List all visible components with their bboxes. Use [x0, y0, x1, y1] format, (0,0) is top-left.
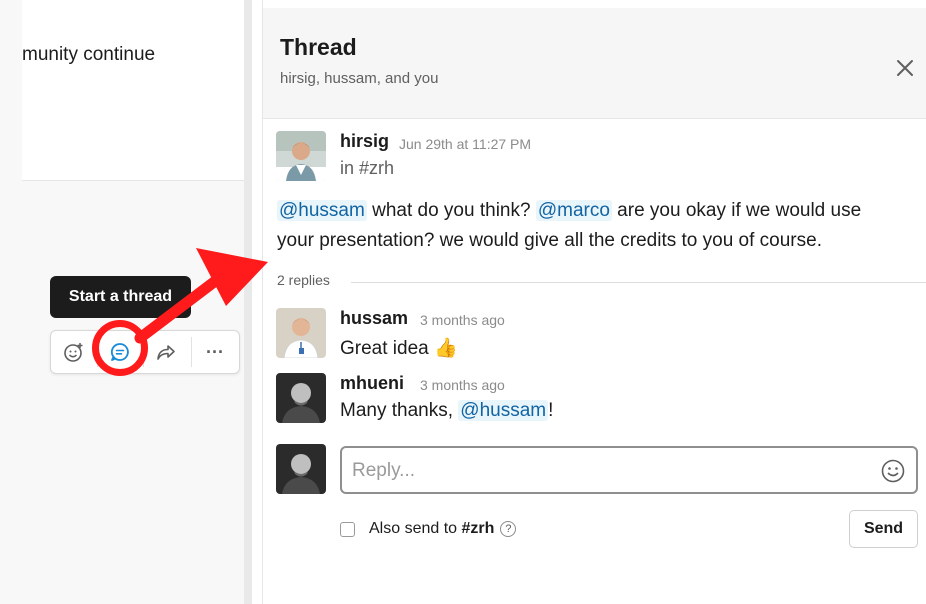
- reply-timestamp[interactable]: 3 months ago: [420, 377, 505, 393]
- pane-scrollbar[interactable]: [244, 0, 252, 604]
- thread-header: Thread hirsig, hussam, and you: [263, 8, 926, 119]
- replies-count: 2 replies: [277, 272, 330, 288]
- person-avatar-icon: [276, 308, 326, 358]
- channel-message-area: munity continue: [22, 0, 244, 181]
- person-avatar-icon: [276, 373, 326, 423]
- replies-divider: [351, 282, 926, 283]
- reply-text: !: [548, 400, 554, 421]
- message-body-line-2: your presentation? we would give all the…: [277, 230, 822, 251]
- mention-marco[interactable]: @marco: [535, 200, 612, 221]
- share-button[interactable]: [151, 337, 181, 367]
- share-icon: [157, 345, 175, 360]
- person-avatar-icon: [276, 444, 326, 494]
- message-text: what do you think?: [366, 200, 536, 221]
- emoji-picker-button[interactable]: [880, 458, 906, 484]
- person-avatar-icon: [276, 131, 326, 181]
- message-text: are you okay if we would use: [611, 200, 862, 221]
- more-icon: ···: [206, 341, 224, 362]
- channel-link[interactable]: in #zrh: [340, 158, 394, 179]
- also-send-option: Also send to #zrh ?: [340, 518, 517, 540]
- annotation-highlight-circle: [92, 320, 148, 376]
- message-fragment: munity continue: [22, 44, 156, 65]
- also-send-checkbox[interactable]: [340, 521, 355, 537]
- reply-input[interactable]: [350, 456, 874, 486]
- mention-hussam[interactable]: @hussam: [277, 200, 367, 221]
- thread-panel: Thread hirsig, hussam, and you hirsig Ju…: [262, 0, 926, 604]
- reply-author[interactable]: hussam: [340, 308, 408, 329]
- reply-body: Many thanks, @hussam!: [340, 400, 553, 422]
- thread-participants: hirsig, hussam, and you: [280, 70, 439, 87]
- start-thread-tooltip: Start a thread: [50, 276, 191, 318]
- add-reaction-icon: [64, 343, 83, 362]
- mention-hussam[interactable]: @hussam: [458, 400, 549, 421]
- separator: [191, 337, 192, 367]
- help-icon[interactable]: ?: [500, 521, 517, 537]
- reply-timestamp[interactable]: 3 months ago: [420, 312, 505, 328]
- send-button[interactable]: Send: [849, 510, 918, 548]
- message-body-line-1: @hussam what do you think? @marco are yo…: [277, 200, 861, 222]
- avatar-current-user: [276, 444, 326, 494]
- avatar-mhueni[interactable]: [276, 373, 326, 423]
- reply-text: Many thanks,: [340, 400, 459, 421]
- also-send-channel: #zrh: [461, 520, 495, 537]
- close-thread-button[interactable]: [893, 56, 917, 80]
- avatar-hussam[interactable]: [276, 308, 326, 358]
- also-send-label: Also send to: [369, 520, 462, 537]
- thread-title: Thread: [280, 34, 357, 60]
- smiley-icon: [881, 459, 905, 483]
- close-icon: [897, 60, 913, 76]
- add-reaction-button[interactable]: [59, 337, 89, 367]
- message-timestamp[interactable]: Jun 29th at 11:27 PM: [399, 136, 531, 152]
- reply-author[interactable]: mhueni: [340, 373, 404, 394]
- avatar-hirsig[interactable]: [276, 131, 326, 181]
- thumbs-up-emoji-icon: 👍: [434, 338, 458, 359]
- message-author[interactable]: hirsig: [340, 131, 389, 152]
- more-actions-button[interactable]: ···: [200, 337, 230, 367]
- reply-composer: [340, 446, 918, 494]
- reply-body: Great idea 👍: [340, 336, 458, 360]
- reply-text: Great idea: [340, 338, 429, 359]
